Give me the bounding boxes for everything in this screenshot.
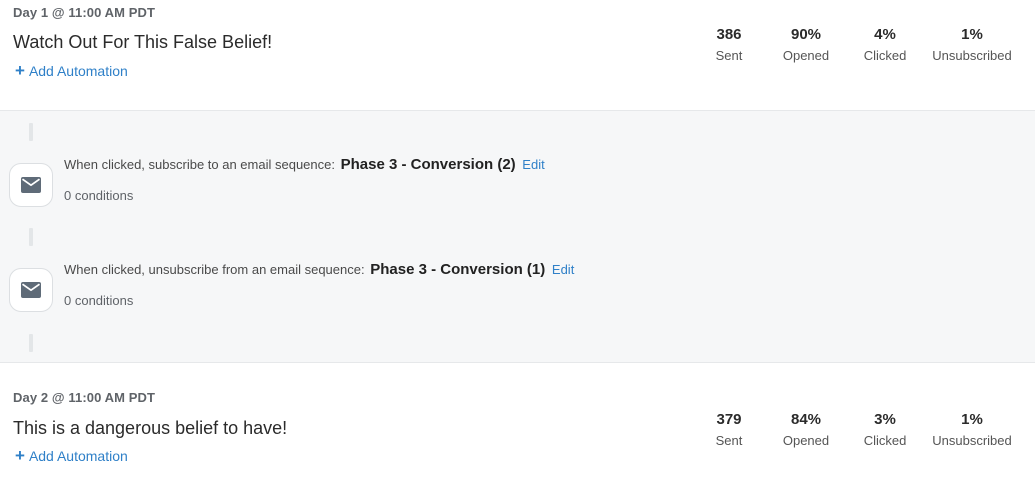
- stat-sent-label: Sent: [715, 433, 743, 448]
- automation-conditions: 0 conditions: [64, 293, 134, 308]
- stat-sent: 386 Sent: [701, 26, 757, 63]
- stat-opened-value: 84%: [790, 411, 822, 428]
- add-automation-button[interactable]: + Add Automation: [15, 61, 128, 80]
- stat-clicked-value: 3%: [874, 411, 896, 428]
- email-subject[interactable]: Watch Out For This False Belief!: [13, 32, 272, 53]
- plus-icon: +: [15, 61, 25, 80]
- mail-icon: [9, 268, 53, 312]
- stat-sent: 379 Sent: [701, 411, 757, 448]
- email-schedule: Day 1 @ 11:00 AM PDT: [13, 5, 156, 20]
- stat-sent-value: 379: [716, 411, 742, 428]
- stat-opened: 84% Opened: [767, 411, 845, 448]
- stat-clicked-value: 4%: [874, 26, 896, 43]
- stat-clicked-label: Clicked: [863, 48, 907, 63]
- stat-opened-value: 90%: [790, 26, 822, 43]
- stat-unsubscribed-value: 1%: [961, 411, 983, 428]
- edit-automation-link[interactable]: Edit: [522, 157, 544, 172]
- automation-action-text: When clicked, subscribe to an email sequ…: [64, 157, 335, 172]
- stat-clicked: 3% Clicked: [855, 411, 915, 448]
- stat-clicked: 4% Clicked: [855, 26, 915, 63]
- stat-opened-label: Opened: [782, 48, 830, 63]
- automation-sequence-name: Phase 3 - Conversion (2): [340, 156, 516, 173]
- email-subject[interactable]: This is a dangerous belief to have!: [13, 418, 287, 439]
- stat-unsubscribed: 1% Unsubscribed: [927, 411, 1017, 448]
- plus-icon: +: [15, 446, 25, 465]
- automation-item: When clicked, unsubscribe from an email …: [0, 261, 1035, 327]
- stat-sent-label: Sent: [715, 48, 743, 63]
- add-automation-button[interactable]: + Add Automation: [15, 446, 128, 465]
- automation-item: When clicked, subscribe to an email sequ…: [0, 156, 1035, 222]
- stat-sent-value: 386: [716, 26, 742, 43]
- automation-conditions: 0 conditions: [64, 188, 134, 203]
- automation-description: When clicked, subscribe to an email sequ…: [64, 156, 545, 173]
- email-card[interactable]: Day 2 @ 11:00 AM PDT This is a dangerous…: [0, 362, 1035, 492]
- stat-opened: 90% Opened: [767, 26, 845, 63]
- email-schedule: Day 2 @ 11:00 AM PDT: [13, 390, 156, 405]
- timeline-connector: [29, 228, 33, 246]
- timeline-connector: [29, 123, 33, 141]
- email-stats: 386 Sent 90% Opened 4% Clicked 1% Unsubs…: [701, 26, 1017, 63]
- automation-sequence-name: Phase 3 - Conversion (1): [370, 261, 546, 278]
- stat-unsubscribed-value: 1%: [961, 26, 983, 43]
- stat-clicked-label: Clicked: [863, 433, 907, 448]
- email-stats: 379 Sent 84% Opened 3% Clicked 1% Unsubs…: [701, 411, 1017, 448]
- stat-opened-label: Opened: [782, 433, 830, 448]
- automation-description: When clicked, unsubscribe from an email …: [64, 261, 574, 278]
- email-card[interactable]: Day 1 @ 11:00 AM PDT Watch Out For This …: [0, 0, 1035, 111]
- automation-action-text: When clicked, unsubscribe from an email …: [64, 262, 365, 277]
- add-automation-label: Add Automation: [28, 448, 128, 464]
- timeline-connector: [29, 334, 33, 352]
- edit-automation-link[interactable]: Edit: [552, 262, 574, 277]
- add-automation-label: Add Automation: [28, 63, 128, 79]
- stat-unsubscribed-label: Unsubscribed: [932, 48, 1012, 63]
- mail-icon: [9, 163, 53, 207]
- stat-unsubscribed: 1% Unsubscribed: [927, 26, 1017, 63]
- stat-unsubscribed-label: Unsubscribed: [932, 433, 1012, 448]
- email-sequence-page: Day 1 @ 11:00 AM PDT Watch Out For This …: [0, 0, 1035, 492]
